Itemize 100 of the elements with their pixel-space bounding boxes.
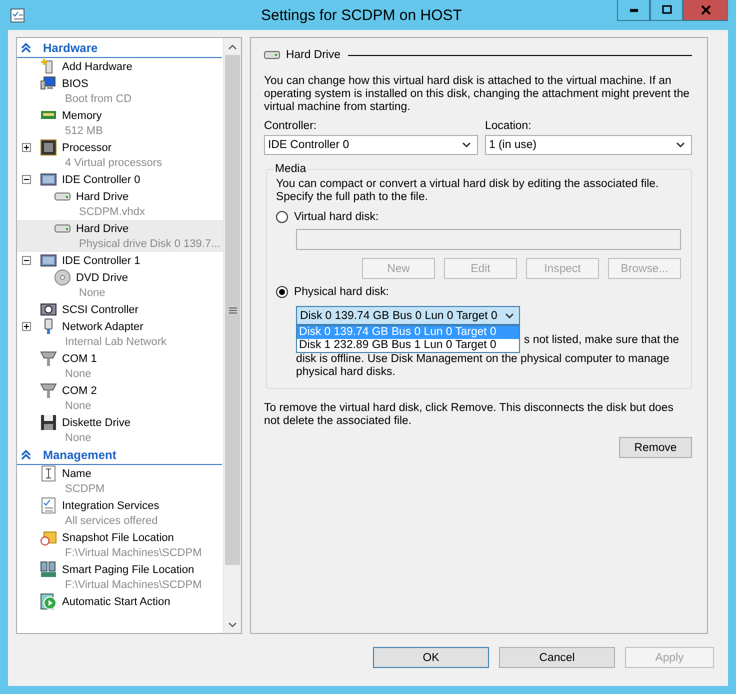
group-title: Media [274,163,308,175]
radio-label[interactable]: Physical hard disk: [294,286,389,298]
collapse-chevrons-icon[interactable] [21,450,31,460]
controller-card-icon [40,171,57,188]
play-icon [40,593,57,610]
item-detail: SCDPM [64,482,106,497]
minimize-button[interactable] [617,0,650,21]
tree-item[interactable]: Memory 512 MB [17,107,223,139]
item-label: Add Hardware [62,60,134,74]
tree-item[interactable]: Automatic Start Action [17,593,223,610]
item-detail: F:\Virtual Machines\SCDPM [64,546,203,561]
item-detail: 512 MB [64,124,104,139]
expand-icon[interactable] [22,322,31,331]
path-field[interactable] [296,229,681,250]
scrollbar[interactable] [223,38,241,633]
section-title: Hard Drive [286,49,340,61]
tree-item[interactable]: Smart Paging File Location F:\Virtual Machines\SCDPM [17,561,223,593]
window-title: Settings for SCDPM on HOST [260,6,463,24]
tree-item[interactable]: Name SCDPM [17,465,223,497]
item-detail: All services offered [64,514,159,529]
tree-item[interactable]: Integration Services All services offered [17,497,223,529]
item-label: COM 2 [62,384,98,398]
item-label: Diskette Drive [62,416,132,430]
tree-item[interactable]: COM 2 None [17,382,223,414]
item-detail: Internal Lab Network [64,335,168,350]
item-label: DVD Drive [76,270,129,286]
item-label: IDE Controller 0 [62,172,142,188]
controller-dropdown[interactable]: IDE Controller 0 [264,135,478,155]
tree-item[interactable]: IDE Controller 1 [17,252,223,269]
item-label: COM 1 [62,352,98,366]
tree-item[interactable]: IDE Controller 0 [17,171,223,188]
description-text: disk is offline. Use Disk Management on the physical computer to manage physical hard disks. [296,353,670,379]
maximize-icon [662,5,672,15]
item-label: BIOS [62,76,90,92]
item-label: SCSI Controller [62,302,140,318]
collapse-icon[interactable] [22,256,31,265]
serial-port-icon [40,350,57,367]
item-label: Hard Drive [76,222,130,236]
item-label: Smart Paging File Location [62,562,196,578]
settings-app-icon [10,7,26,23]
tree-item[interactable]: DVD Drive None [17,269,223,301]
item-label: Memory [62,108,103,124]
field-label: Location: [485,120,532,132]
chevron-up-icon [228,44,237,50]
item-detail: SCDPM.vhdx [78,205,146,220]
tree-item[interactable]: BIOS Boot from CD [17,75,223,107]
tree-item[interactable]: Snapshot File Location F:\Virtual Machines\SCDPM [17,529,223,561]
paging-file-icon [40,561,57,578]
grip-icon [228,306,236,314]
checklist-icon [40,497,57,514]
disc-icon [54,269,71,286]
tree-item[interactable]: Processor 4 Virtual processors [17,139,223,171]
controller-card-icon [40,252,57,269]
item-label: Snapshot File Location [62,530,175,546]
disk-dropdown[interactable]: Disk 0 139.74 GB Bus 0 Lun 0 Target 0 [296,306,520,325]
field-label: Controller: [264,120,318,132]
item-detail: None [78,286,106,301]
dialog-button[interactable]: OK [373,647,489,668]
section-header: Hardware [43,41,98,55]
description-text: You can change how this virtual hard disk is attached to the virtual machine. If an operating system is installed on this disk, changing the attachment might prevent the virtual machine from starting. [264,75,690,114]
item-label: IDE Controller 1 [62,254,142,268]
radio-button[interactable] [276,211,288,223]
processor-chip-icon [40,139,57,156]
location-dropdown[interactable]: 1 (in use) [485,135,692,155]
tree-item[interactable]: Hard Drive SCDPM.vhdx [17,188,223,220]
item-detail: None [64,399,92,414]
dialog-button[interactable]: Cancel [499,647,615,668]
tree-item[interactable]: Add Hardware [17,58,223,75]
collapse-icon[interactable] [22,175,31,184]
close-button[interactable] [683,0,728,21]
serial-port-icon [40,382,57,399]
description-text: You can compact or convert a virtual hard disk by editing the associated file. Specify the full path to the file. [276,178,660,204]
tree-item[interactable]: Network Adapter Internal Lab Network [17,318,223,350]
item-detail: F:\Virtual Machines\SCDPM [64,578,203,593]
controller-card-icon [40,301,57,318]
chevron-down-icon [228,622,237,628]
radio-button[interactable] [276,286,288,298]
maximize-button[interactable] [650,0,683,21]
expand-icon[interactable] [22,143,31,152]
collapse-chevrons-icon[interactable] [21,43,31,53]
item-label: Name [62,466,92,482]
remove-button[interactable]: Remove [619,437,692,458]
item-detail: 4 Virtual processors [64,156,164,171]
item-label: Automatic Start Action [62,594,172,610]
tree-item[interactable]: Hard Drive Physical drive Disk 0 139.7... [17,220,223,252]
description-text: To remove the virtual hard disk, click Remove. This disconnects the disk but does not delete the associated file. [264,402,674,428]
monitor-icon [40,75,57,92]
tree-item[interactable]: COM 1 None [17,350,223,382]
tree-item[interactable]: Diskette Drive None [17,414,223,446]
radio-label[interactable]: Virtual hard disk: [294,211,379,223]
tree-item[interactable]: SCSI Controller [17,301,223,318]
minimize-icon [630,8,638,12]
chevron-down-icon [505,312,514,318]
item-detail: None [64,367,92,382]
scrollbar-thumb[interactable] [225,55,240,565]
text-cursor-icon [40,465,57,482]
item-detail: Boot from CD [64,92,133,107]
dropdown-option[interactable]: Disk 1 232.89 GB Bus 1 Lun 0 Target 0 [297,339,519,352]
description-text: s not listed, make sure that the [524,334,680,347]
item-detail: Physical drive Disk 0 139.7... [78,237,221,252]
